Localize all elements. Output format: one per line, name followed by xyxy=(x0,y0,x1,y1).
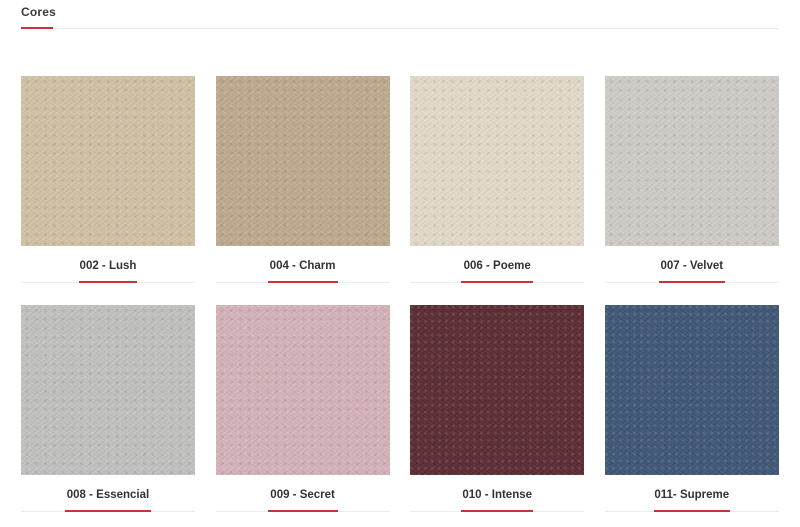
color-label-row: 002 - Lush xyxy=(21,246,195,283)
section-title-underline xyxy=(21,27,53,29)
color-swatch-image[interactable] xyxy=(604,76,779,246)
color-card[interactable]: 010 - Intense xyxy=(410,305,585,512)
color-card[interactable]: 009 - Secret xyxy=(215,305,390,512)
color-label[interactable]: 009 - Secret xyxy=(216,489,390,501)
color-label-row: 008 - Essencial xyxy=(21,475,195,512)
color-card[interactable]: 004 - Charm xyxy=(215,76,390,283)
color-label-underline xyxy=(65,510,151,512)
color-label[interactable]: 008 - Essencial xyxy=(21,489,195,501)
section-title: Cores xyxy=(21,5,57,19)
color-label-underline xyxy=(267,510,338,512)
color-card[interactable]: 011- Supreme xyxy=(604,305,779,512)
color-swatch-image[interactable] xyxy=(604,305,779,475)
color-label-underline xyxy=(267,281,338,283)
color-label[interactable]: 006 - Poeme xyxy=(410,260,584,272)
color-label[interactable]: 004 - Charm xyxy=(216,260,390,272)
color-label-row: 006 - Poeme xyxy=(410,246,585,283)
color-swatch-image[interactable] xyxy=(215,76,390,246)
color-label-row: 011- Supreme xyxy=(604,475,779,512)
color-label-row: 009 - Secret xyxy=(215,475,390,512)
color-swatch-image[interactable] xyxy=(410,76,585,246)
color-label[interactable]: 007 - Velvet xyxy=(605,260,779,272)
color-label-underline xyxy=(461,281,534,283)
color-label[interactable]: 010 - Intense xyxy=(410,489,584,501)
color-label-row: 004 - Charm xyxy=(215,246,390,283)
color-label-row: 010 - Intense xyxy=(410,475,585,512)
color-swatch-image[interactable] xyxy=(21,305,195,475)
color-swatch-image[interactable] xyxy=(21,76,195,246)
color-label-underline xyxy=(658,281,725,283)
color-swatch-grid: 002 - Lush 004 - Charm 006 - Poeme 007 -… xyxy=(21,76,779,512)
color-card[interactable]: 008 - Essencial xyxy=(21,305,195,512)
color-swatch-image[interactable] xyxy=(215,305,390,475)
color-label[interactable]: 011- Supreme xyxy=(605,489,779,501)
color-label-underline xyxy=(79,281,137,283)
color-label-underline xyxy=(653,510,730,512)
color-label-underline xyxy=(461,510,534,512)
color-label[interactable]: 002 - Lush xyxy=(21,260,195,272)
color-card[interactable]: 002 - Lush xyxy=(21,76,195,283)
color-card[interactable]: 006 - Poeme xyxy=(410,76,585,283)
color-card[interactable]: 007 - Velvet xyxy=(604,76,779,283)
color-swatch-image[interactable] xyxy=(410,305,585,475)
section-header: Cores xyxy=(21,0,779,29)
color-label-row: 007 - Velvet xyxy=(604,246,779,283)
